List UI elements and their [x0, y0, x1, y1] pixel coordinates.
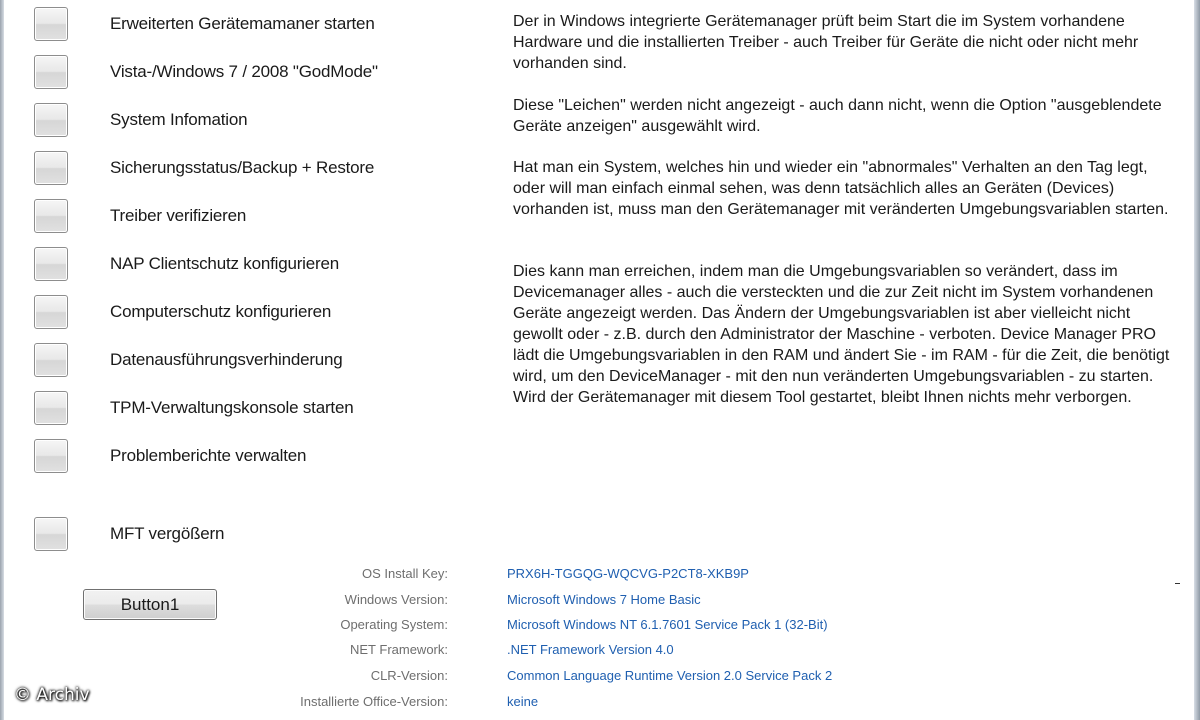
- window-right-border: [1194, 0, 1200, 720]
- clr-version-label: CLR-Version:: [370, 668, 448, 683]
- action-label: NAP Clientschutz konfigurieren: [110, 254, 339, 273]
- window-left-border: [0, 0, 4, 720]
- operating-system-value: Microsoft Windows NT 6.1.7601 Service Pa…: [507, 617, 828, 632]
- net-framework-label: NET Framework:: [350, 642, 448, 657]
- action-button-mft-vergroessern[interactable]: [34, 517, 68, 551]
- windows-version-value: Microsoft Windows 7 Home Basic: [507, 592, 701, 607]
- net-framework-value: .NET Framework Version 4.0: [507, 642, 674, 657]
- action-button-datenausfuehrungsverhinderung[interactable]: [34, 343, 68, 377]
- action-button-tpm-verwaltung[interactable]: [34, 391, 68, 425]
- action-button-computerschutz[interactable]: [34, 295, 68, 329]
- description-paragraph-2: Diese "Leichen" werden nicht angezeigt -…: [513, 97, 1162, 135]
- action-label: MFT vergößern: [110, 524, 225, 543]
- windows-version-label: Windows Version:: [344, 592, 448, 607]
- action-row-treiber-verifizieren[interactable]: Treiber verifizieren: [34, 198, 454, 234]
- os-install-key-value: PRX6H-TGGQG-WQCVG-P2CT8-XKB9P: [507, 566, 749, 581]
- action-row-datenausfuehrungsverhinderung[interactable]: Datenausführungsverhinderung: [34, 342, 454, 378]
- description-paragraph-4: Dies kann man erreichen, indem man die U…: [513, 263, 1170, 406]
- os-install-key-label: OS Install Key:: [362, 566, 448, 581]
- action-label: Computerschutz konfigurieren: [110, 302, 332, 321]
- description-paragraph-1: Der in Windows integrierte Gerätemanager…: [513, 13, 1139, 72]
- action-row-mft-vergroessern[interactable]: MFT vergößern: [34, 516, 454, 552]
- action-label: Vista-/Windows 7 / 2008 "GodMode": [110, 62, 378, 81]
- watermark: © Archiv: [14, 685, 90, 705]
- action-button-nap-clientschutz[interactable]: [34, 247, 68, 281]
- action-row-system-information[interactable]: System Infomation: [34, 102, 454, 138]
- action-row-computerschutz[interactable]: Computerschutz konfigurieren: [34, 294, 454, 330]
- action-button-problemberichte[interactable]: [34, 439, 68, 473]
- action-row-backup-restore[interactable]: Sicherungsstatus/Backup + Restore: [34, 150, 454, 186]
- action-label: Treiber verifizieren: [110, 206, 247, 225]
- description-paragraph-3: Hat man ein System, welches hin und wied…: [513, 159, 1169, 218]
- action-label: Erweiterten Gerätemamaner starten: [110, 14, 375, 33]
- divider-tick: [1175, 583, 1180, 584]
- button1[interactable]: Button1: [83, 589, 217, 620]
- action-label: Problemberichte verwalten: [110, 446, 307, 465]
- action-label: Sicherungsstatus/Backup + Restore: [110, 158, 375, 177]
- action-label: System Infomation: [110, 110, 248, 129]
- action-row-godmode[interactable]: Vista-/Windows 7 / 2008 "GodMode": [34, 54, 454, 90]
- action-row-tpm-verwaltung[interactable]: TPM-Verwaltungskonsole starten: [34, 390, 454, 426]
- action-row-erweiterter-geraetemanager[interactable]: Erweiterten Gerätemamaner starten: [34, 6, 454, 42]
- action-button-erweiterter-geraetemanager[interactable]: [34, 7, 68, 41]
- action-button-godmode[interactable]: [34, 55, 68, 89]
- office-version-label: Installierte Office-Version:: [300, 694, 448, 709]
- action-row-nap-clientschutz[interactable]: NAP Clientschutz konfigurieren: [34, 246, 454, 282]
- operating-system-label: Operating System:: [340, 617, 448, 632]
- action-button-backup-restore[interactable]: [34, 151, 68, 185]
- clr-version-value: Common Language Runtime Version 2.0 Serv…: [507, 668, 833, 683]
- action-button-system-information[interactable]: [34, 103, 68, 137]
- office-version-value: keine: [507, 694, 539, 709]
- action-row-problemberichte[interactable]: Problemberichte verwalten: [34, 438, 454, 474]
- action-button-treiber-verifizieren[interactable]: [34, 199, 68, 233]
- action-label: TPM-Verwaltungskonsole starten: [110, 398, 354, 417]
- action-label: Datenausführungsverhinderung: [110, 350, 343, 369]
